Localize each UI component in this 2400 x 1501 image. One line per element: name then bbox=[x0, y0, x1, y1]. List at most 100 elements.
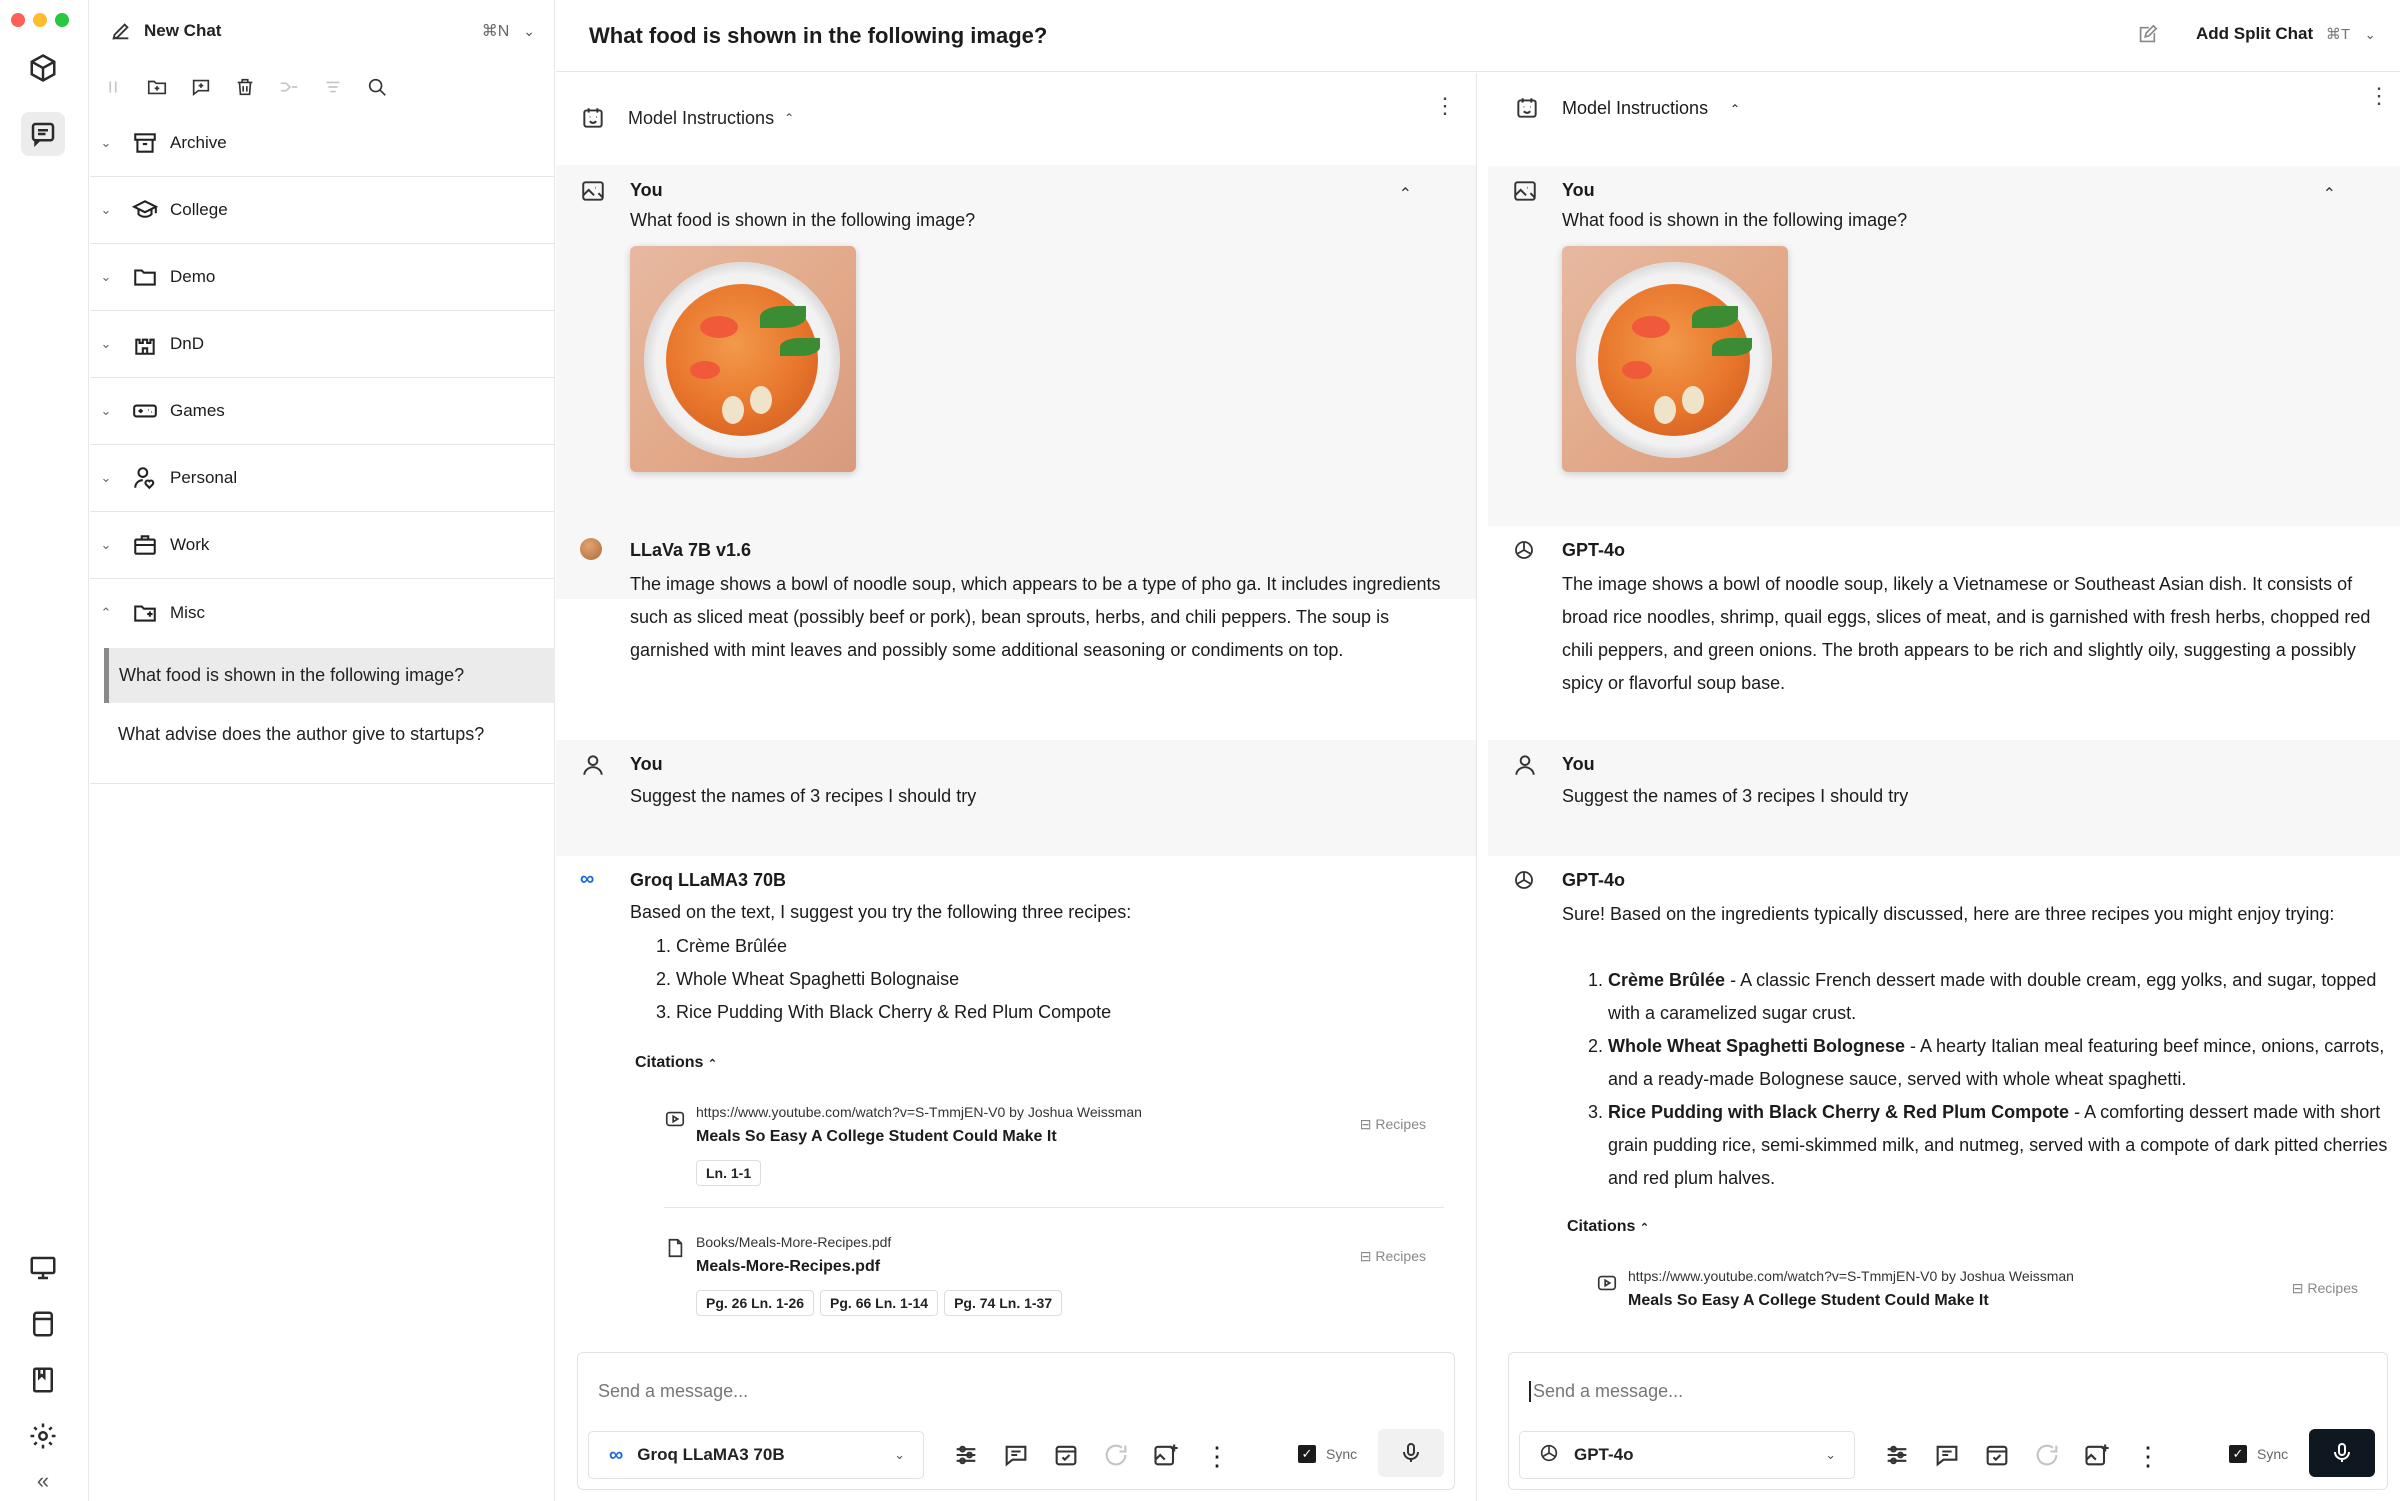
collapse-sidebar-button[interactable]: « bbox=[21, 1466, 65, 1496]
merge-button[interactable] bbox=[274, 72, 304, 102]
image-question-icon bbox=[580, 250, 606, 276]
chevron-up-icon[interactable]: ⌃ bbox=[1399, 184, 1412, 204]
archive-icon bbox=[134, 133, 156, 153]
chevron-down-icon[interactable]: ⌄ bbox=[96, 537, 116, 553]
new-chat-shortcut: ⌘N bbox=[481, 23, 510, 40]
chat-pane-left: Model Instructions ⌃ ⋮ bbox=[556, 73, 1477, 1501]
add-split-chat-shortcut: ⌘T bbox=[2325, 26, 2351, 43]
chats-button[interactable] bbox=[21, 112, 65, 156]
folder-college[interactable]: ⌄ College bbox=[90, 177, 555, 244]
minimize-window-button[interactable] bbox=[33, 13, 47, 27]
chevron-down-icon[interactable]: ⌄ bbox=[2365, 27, 2376, 42]
files-button[interactable] bbox=[21, 1302, 65, 1346]
folder-work[interactable]: ⌄ Work bbox=[90, 512, 555, 579]
folder-personal[interactable]: ⌄ Personal bbox=[90, 445, 555, 512]
person-heart-icon bbox=[134, 467, 155, 490]
edit-title-button[interactable] bbox=[2136, 24, 2158, 51]
monitor-icon bbox=[30, 1256, 56, 1280]
chevron-down-icon[interactable]: ⌄ bbox=[96, 336, 116, 352]
folder-icon bbox=[134, 269, 156, 286]
chevron-down-icon[interactable]: ⌄ bbox=[96, 202, 116, 218]
user-message-image bbox=[556, 166, 1476, 599]
file-box-icon bbox=[33, 1311, 53, 1337]
new-folder-button[interactable] bbox=[142, 72, 172, 102]
main-area: What food is shown in the following imag… bbox=[556, 0, 2400, 1501]
folder-label: Misc bbox=[170, 602, 205, 622]
folder-dnd[interactable]: ⌄ DnD bbox=[90, 311, 555, 378]
window-controls bbox=[11, 13, 69, 27]
chevron-up-icon[interactable]: ⌃ bbox=[96, 605, 116, 621]
chevron-down-icon[interactable]: ⌄ bbox=[96, 135, 116, 151]
briefcase-icon bbox=[134, 535, 156, 555]
add-split-chat-button[interactable]: Add Split Chat ⌘T ⌄ bbox=[2196, 24, 2376, 44]
chat-sidebar: New Chat ⌘N ⌄ ⌄ Archive ⌄ College ⌄ Demo bbox=[90, 0, 555, 1501]
library-button[interactable] bbox=[21, 1358, 65, 1402]
more-options-icon[interactable]: ⋮ bbox=[1434, 93, 1456, 119]
folder-misc[interactable]: ⌃ Misc bbox=[90, 579, 555, 646]
chevron-down-icon[interactable]: ⌄ bbox=[523, 23, 535, 40]
graduation-cap-icon bbox=[132, 200, 158, 218]
edit-icon bbox=[2139, 24, 2158, 43]
folder-games[interactable]: ⌄ Games bbox=[90, 378, 555, 445]
zoom-window-button[interactable] bbox=[55, 13, 69, 27]
folder-label: Personal bbox=[170, 468, 238, 487]
models-button[interactable] bbox=[21, 46, 65, 90]
folder-demo[interactable]: ⌄ Demo bbox=[90, 244, 555, 311]
chat-plus-icon bbox=[192, 79, 210, 97]
model-instructions-header[interactable]: Model Instructions ⌃ ⋮ bbox=[556, 73, 1476, 163]
chevron-up-icon: ⌃ bbox=[1639, 1222, 1650, 1234]
chevron-up-icon: ⌃ bbox=[707, 1058, 718, 1070]
chat-icon bbox=[31, 122, 55, 148]
chat-title: What food is shown in the following imag… bbox=[589, 22, 1048, 48]
settings-button[interactable] bbox=[21, 1414, 65, 1458]
chat-item-label: What food is shown in the following imag… bbox=[119, 665, 465, 685]
chat-item-startups[interactable]: What advise does the author give to star… bbox=[104, 707, 555, 762]
calendar-face-icon bbox=[583, 108, 603, 128]
pencil-icon bbox=[112, 23, 129, 40]
sort-button[interactable] bbox=[318, 72, 348, 102]
folder-label: DnD bbox=[170, 334, 205, 353]
castle-icon bbox=[135, 338, 155, 355]
gamepad-icon bbox=[133, 404, 157, 418]
drag-handle-icon[interactable] bbox=[98, 72, 128, 102]
icon-rail: « bbox=[0, 0, 89, 1501]
close-window-button[interactable] bbox=[11, 13, 25, 27]
prompts-button[interactable] bbox=[21, 1246, 65, 1290]
new-chat-in-folder-button[interactable] bbox=[186, 72, 216, 102]
folder-plus-icon bbox=[147, 80, 167, 95]
chat-item-food-image[interactable]: What food is shown in the following imag… bbox=[104, 648, 555, 703]
list-icon bbox=[326, 81, 340, 93]
folder-archive[interactable]: ⌄ Archive bbox=[90, 110, 555, 177]
citations-label: Citations bbox=[1567, 1218, 1636, 1235]
gear-icon bbox=[30, 1423, 56, 1449]
model-instructions-label: Model Instructions bbox=[628, 107, 775, 128]
book-icon bbox=[33, 1367, 53, 1393]
model-instructions-label[interactable]: Model Instructions bbox=[1562, 98, 1708, 119]
more-options-icon[interactable]: ⋮ bbox=[2368, 83, 2390, 109]
chevron-up-icon: ⌃ bbox=[784, 111, 795, 125]
delete-button[interactable] bbox=[230, 72, 260, 102]
search-icon bbox=[368, 78, 386, 96]
chat-item-label: What advise does the author give to star… bbox=[118, 724, 485, 744]
new-chat-button[interactable]: New Chat ⌘N ⌄ bbox=[110, 16, 535, 46]
folder-label: Archive bbox=[170, 133, 227, 152]
trash-icon bbox=[237, 78, 253, 96]
search-button[interactable] bbox=[362, 72, 392, 102]
chevron-up-icon[interactable]: ⌃ bbox=[2323, 184, 2336, 204]
citations-toggle[interactable]: Citations ⌃ bbox=[1567, 1218, 1649, 1236]
folder-label: Demo bbox=[170, 267, 216, 286]
citations-label: Citations bbox=[635, 1054, 704, 1071]
folder-label: Work bbox=[170, 535, 210, 554]
folder-label: College bbox=[170, 200, 228, 219]
chevron-down-icon[interactable]: ⌄ bbox=[96, 470, 116, 486]
double-chevron-left-icon: « bbox=[36, 1468, 50, 1493]
merge-icon bbox=[280, 82, 298, 92]
chevron-down-icon[interactable]: ⌄ bbox=[96, 269, 116, 285]
chevron-down-icon[interactable]: ⌄ bbox=[96, 403, 116, 419]
add-split-chat-label: Add Split Chat bbox=[2196, 24, 2314, 43]
citations-toggle[interactable]: Citations ⌃ bbox=[635, 1054, 717, 1072]
divider bbox=[90, 783, 555, 784]
top-bar: What food is shown in the following imag… bbox=[556, 0, 2400, 72]
folder-open-icon bbox=[134, 604, 156, 622]
app-window: « New Chat ⌘N ⌄ ⌄ Archive ⌄ College ⌄ De… bbox=[0, 0, 2400, 1501]
